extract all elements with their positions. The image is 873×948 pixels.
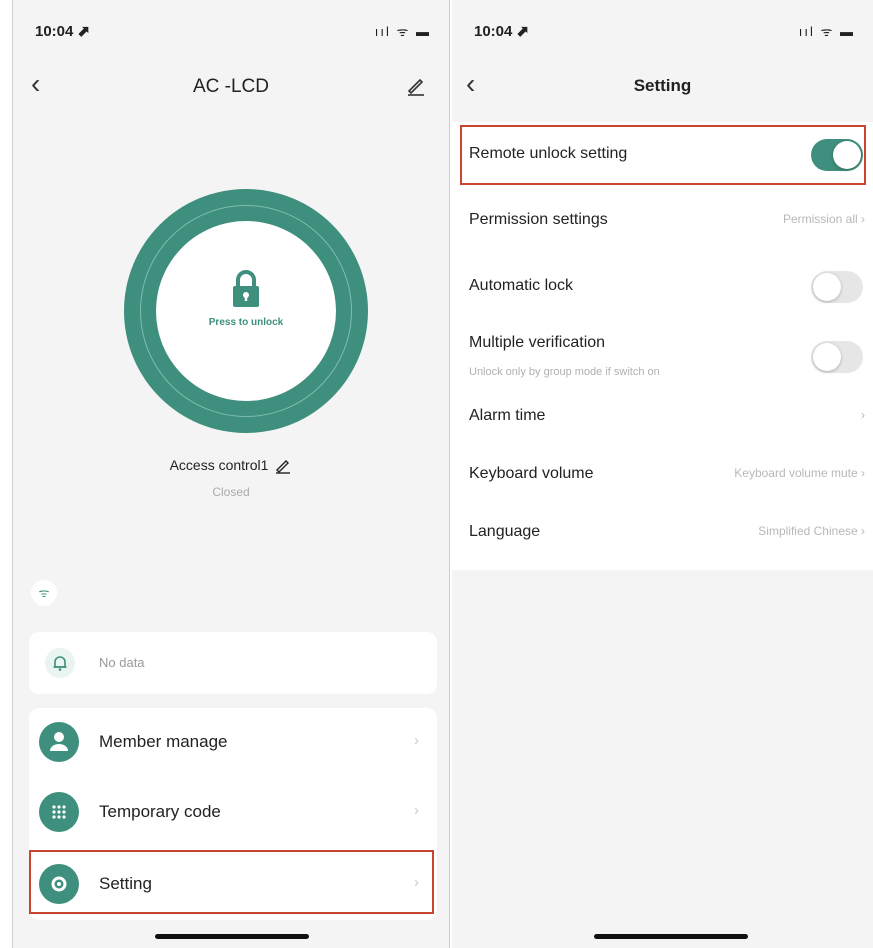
toggle-knob	[813, 343, 841, 371]
multiple-verification-toggle[interactable]	[811, 341, 863, 373]
no-data-label: No data	[99, 655, 145, 670]
temporary-code-label: Temporary code	[99, 802, 221, 821]
permission-settings-row[interactable]: Permission settings Permission all ›	[452, 188, 873, 254]
toggle-knob	[813, 273, 841, 301]
status-bar: 10:04 ⬈ ııl ᯤ ▬	[13, 0, 449, 52]
unlock-ring: Press to unlock	[124, 189, 368, 433]
keyboard-volume-value: Keyboard volume mute ›	[734, 466, 865, 480]
setting-screen: 10:04 ⬈ ııl ᯤ ▬ ‹ Setting Remote unlock …	[452, 0, 873, 948]
pencil-icon[interactable]	[405, 74, 427, 96]
device-status: Closed	[212, 485, 250, 499]
automatic-lock-toggle[interactable]	[811, 271, 863, 303]
device-screen: 10:04 ⬈ ııl ᯤ ▬ ‹ AC -LCD Press to unloc…	[12, 0, 450, 948]
highlight-box-setting	[29, 850, 434, 914]
chevron-right-icon: ›	[414, 732, 419, 749]
home-indicator	[594, 934, 748, 939]
bell-icon	[45, 648, 75, 678]
keyboard-volume-row[interactable]: Keyboard volume Keyboard volume mute ›	[452, 442, 873, 508]
signal-wifi-battery-icon: ııl ᯤ ▬	[374, 24, 431, 39]
nav-bar: ‹ Setting	[452, 62, 873, 110]
alarm-time-row[interactable]: Alarm time ›	[452, 384, 873, 450]
chevron-right-icon: ›	[414, 802, 419, 819]
chevron-right-icon: ›	[861, 408, 865, 422]
nav-bar: ‹ AC -LCD	[13, 62, 449, 110]
member-manage-item[interactable]: Member manage ›	[29, 708, 437, 776]
member-manage-label: Member manage	[99, 732, 228, 751]
multiple-verification-hint: Unlock only by group mode if switch on	[469, 366, 660, 378]
person-icon	[39, 722, 79, 762]
wifi-icon: ᯤ	[31, 580, 57, 606]
status-bar: 10:04 ⬈ ııl ᯤ ▬	[452, 0, 873, 52]
automatic-lock-label: Automatic lock	[469, 277, 574, 294]
permission-settings-label: Permission settings	[469, 211, 608, 228]
language-label: Language	[469, 523, 541, 540]
home-indicator	[155, 934, 309, 939]
language-row[interactable]: Language Simplified Chinese ›	[452, 500, 873, 566]
multiple-verification-label: Multiple verification	[469, 334, 606, 351]
press-to-unlock-label: Press to unlock	[208, 317, 284, 328]
alarm-time-label: Alarm time	[469, 407, 546, 424]
signal-wifi-battery-icon: ııl ᯤ ▬	[798, 24, 855, 39]
padlock-icon	[233, 270, 259, 307]
keypad-icon	[39, 792, 79, 832]
device-name-row: Access control1	[13, 456, 449, 474]
settings-list: Remote unlock setting Permission setting…	[452, 122, 873, 570]
keyboard-volume-label: Keyboard volume	[469, 465, 594, 482]
multiple-verification-row[interactable]: Multiple verification Unlock only by gro…	[452, 320, 873, 394]
status-time: 10:04 ⬈	[474, 23, 530, 40]
press-to-unlock-button[interactable]: Press to unlock	[156, 221, 336, 401]
highlight-box-remote-unlock	[460, 125, 866, 185]
edit-name-icon[interactable]	[274, 456, 292, 474]
permission-settings-value: Permission all ›	[782, 212, 865, 226]
automatic-lock-row[interactable]: Automatic lock	[452, 254, 873, 320]
language-value: Simplified Chinese ›	[758, 524, 865, 538]
notification-card[interactable]: No data	[29, 632, 437, 694]
status-time: 10:04 ⬈	[35, 23, 91, 40]
page-title: AC -LCD	[13, 76, 449, 98]
temporary-code-item[interactable]: Temporary code ›	[29, 778, 437, 846]
device-name: Access control1	[169, 457, 269, 473]
title-device: AC -LCD	[192, 76, 269, 97]
page-title: Setting	[633, 76, 692, 95]
screens: 10:04 ⬈ ııl ᯤ ▬ ‹ AC -LCD Press to unloc…	[0, 0, 873, 948]
